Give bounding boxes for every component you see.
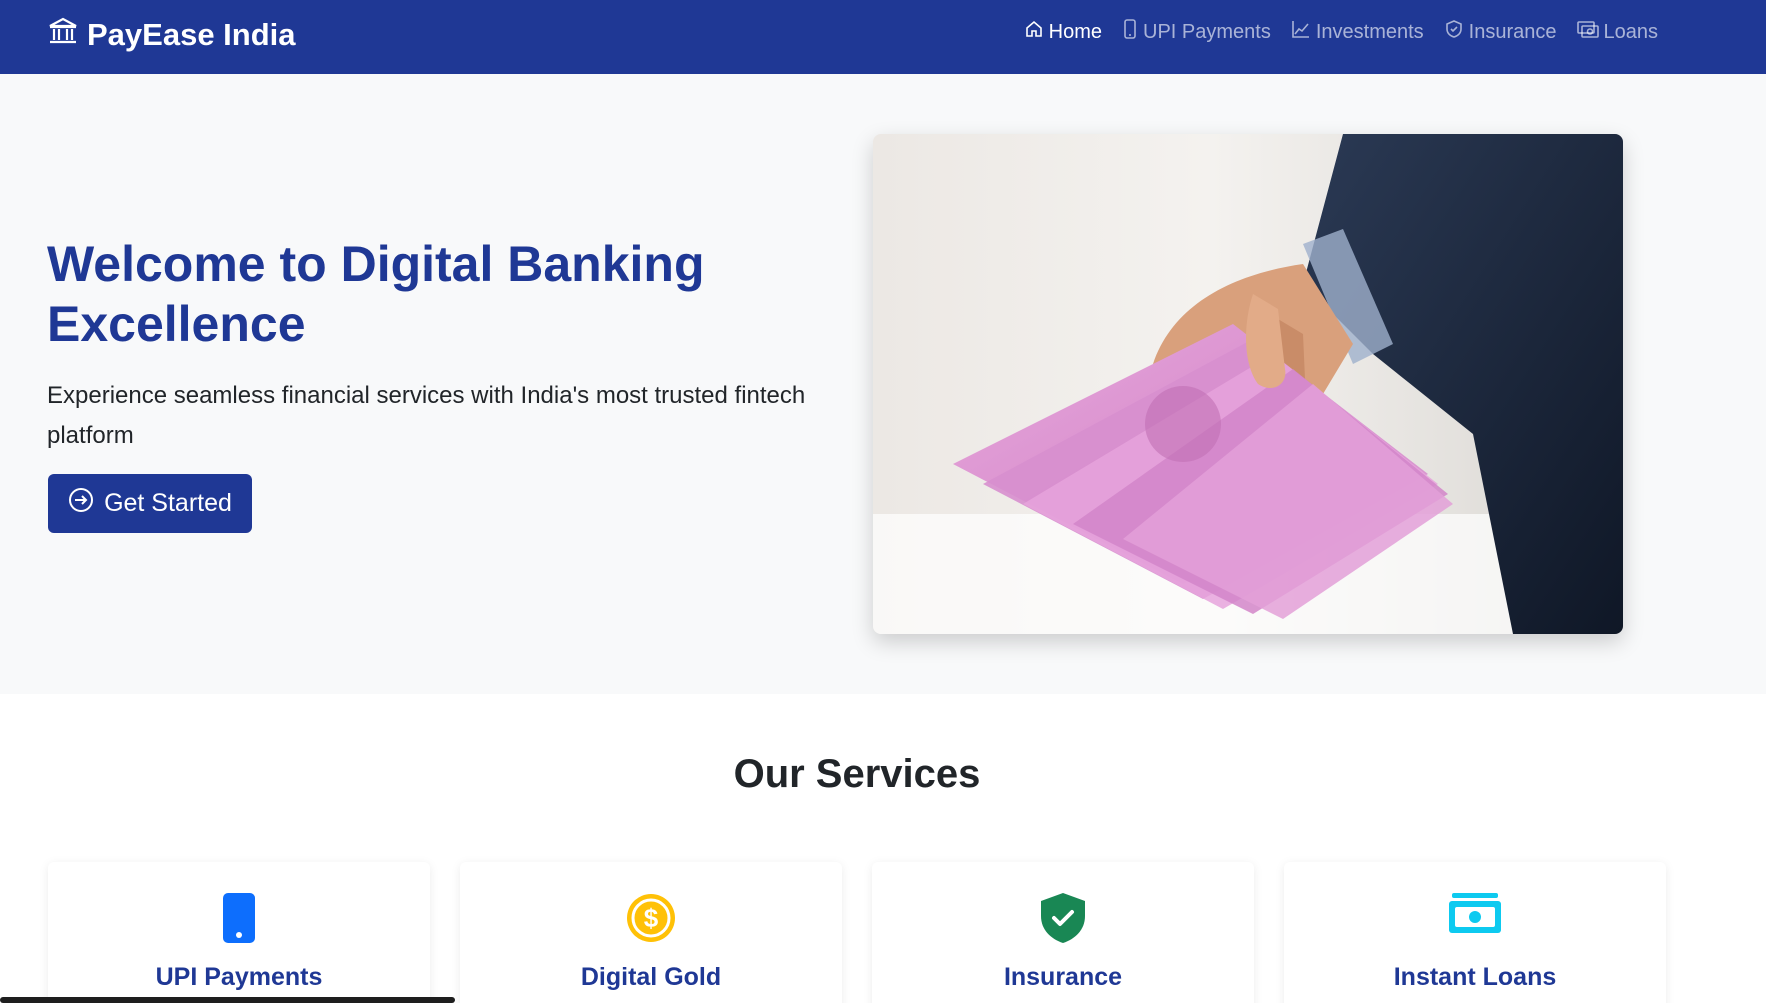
service-card-digital-gold[interactable]: $ Digital Gold: [460, 862, 842, 1003]
nav-item-loans[interactable]: Loans: [1576, 19, 1659, 45]
service-card-label: Insurance: [1003, 963, 1123, 991]
get-started-button[interactable]: Get Started: [48, 474, 252, 533]
services-heading: Our Services: [733, 752, 981, 796]
nav-item-home[interactable]: Home: [1024, 19, 1102, 45]
get-started-label: Get Started: [104, 489, 232, 517]
cash-icon: [1576, 19, 1604, 45]
nav-item-insurance[interactable]: Insurance: [1444, 19, 1557, 45]
shield-check-icon: [872, 892, 1254, 944]
nav-item-upi-payments[interactable]: UPI Payments: [1122, 19, 1271, 45]
cash-icon: [1284, 892, 1666, 934]
coin-icon: $: [460, 892, 842, 944]
horizontal-scrollbar[interactable]: [0, 997, 455, 1003]
arrow-circle-right-icon: [68, 487, 104, 520]
hero-title: Welcome to Digital Banking Excellence: [47, 236, 705, 352]
nav-item-investments[interactable]: Investments: [1291, 19, 1424, 45]
nav-item-label: Home: [1048, 20, 1102, 43]
bank-icon: [47, 15, 87, 55]
shield-icon: [1444, 19, 1469, 45]
service-card-insurance[interactable]: Insurance: [872, 862, 1254, 1003]
phone-icon: [48, 892, 430, 944]
chart-icon: [1291, 19, 1316, 45]
hero-subtitle: Experience seamless financial services w…: [47, 382, 806, 449]
phone-icon: [1122, 19, 1143, 45]
service-card-upi-payments[interactable]: UPI Payments: [48, 862, 430, 1003]
main-nav: Home UPI Payments Investments Insurance …: [1004, 19, 1658, 45]
top-navbar: PayEase India Home UPI Payments Investme…: [0, 0, 1766, 74]
service-card-label: Instant Loans: [1393, 963, 1557, 991]
home-icon: [1024, 19, 1049, 45]
service-card-label: UPI Payments: [155, 963, 323, 991]
hero-section: Welcome to Digital Banking Excellence Ex…: [0, 74, 1766, 694]
svg-text:$: $: [644, 903, 659, 933]
nav-item-label: Loans: [1603, 20, 1659, 43]
nav-item-label: Insurance: [1468, 20, 1557, 43]
brand-name: PayEase India: [87, 17, 296, 52]
nav-item-label: UPI Payments: [1143, 20, 1271, 43]
nav-item-label: Investments: [1315, 20, 1424, 43]
brand-logo[interactable]: PayEase India: [47, 15, 296, 55]
service-card-instant-loans[interactable]: Instant Loans: [1284, 862, 1666, 1003]
hero-image-hand-with-rupee-notes: [873, 134, 1623, 634]
service-card-label: Digital Gold: [580, 963, 722, 991]
